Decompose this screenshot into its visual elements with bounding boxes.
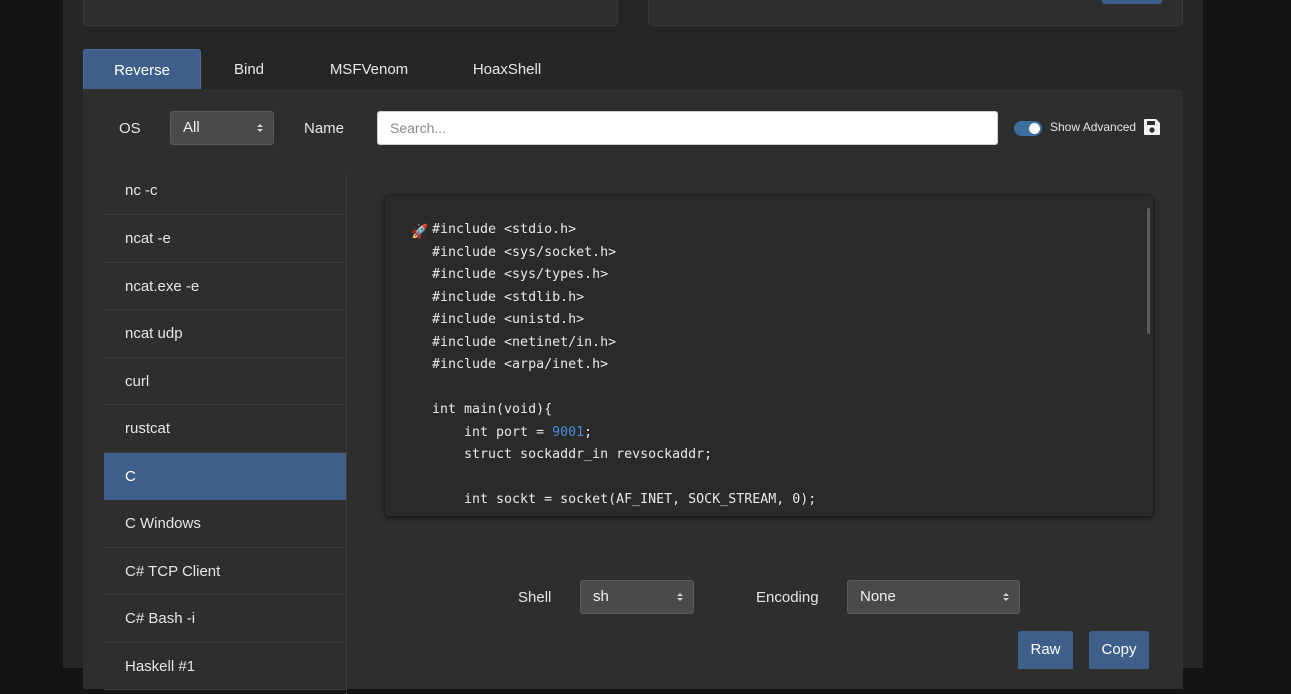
- list-item-rustcat[interactable]: rustcat: [104, 405, 346, 453]
- code-text: #include <stdio.h> #include <sys/socket.…: [432, 219, 816, 512]
- toggle-knob: [1029, 123, 1040, 134]
- code-line: int sockt = socket(AF_INET, SOCK_STREAM,…: [432, 492, 817, 507]
- tab-bar: Reverse Bind MSFVenom HoaxShell: [83, 49, 573, 89]
- encoding-label: Encoding: [756, 589, 819, 606]
- search-input[interactable]: [377, 111, 998, 145]
- code-line: #include <unistd.h>: [432, 312, 585, 327]
- code-line: int port =: [432, 424, 553, 440]
- shell-list: nc -c ncat -e ncat.exe -e ncat udp curl …: [104, 174, 347, 694]
- code-line: #include <sys/socket.h>: [432, 244, 617, 260]
- tab-msfvenom[interactable]: MSFVenom: [297, 49, 441, 89]
- code-output[interactable]: 🚀 #include <stdio.h> #include <sys/socke…: [385, 196, 1153, 516]
- shell-label: Shell: [518, 589, 552, 606]
- os-select[interactable]: All: [170, 111, 274, 145]
- encoding-select[interactable]: None: [847, 580, 1020, 614]
- tab-bind[interactable]: Bind: [201, 49, 297, 89]
- shell-select[interactable]: sh: [580, 580, 694, 614]
- top-card-button[interactable]: [1102, 0, 1162, 4]
- tab-hoaxshell[interactable]: HoaxShell: [441, 49, 573, 89]
- os-label: OS: [119, 120, 141, 137]
- rocket-icon: 🚀: [411, 223, 429, 239]
- list-item-c[interactable]: C: [104, 452, 346, 500]
- top-card-left: [83, 0, 618, 26]
- code-line: #include <stdio.h>: [432, 222, 577, 237]
- code-line: int main(void){: [432, 402, 553, 417]
- port-value: 9001: [552, 424, 585, 440]
- copy-button[interactable]: Copy: [1089, 631, 1149, 669]
- shell-select-value: sh: [593, 588, 609, 605]
- code-line-suffix: ;: [584, 424, 593, 440]
- list-item-ncat-e[interactable]: ncat -e: [104, 215, 346, 263]
- save-icon[interactable]: [1143, 118, 1161, 136]
- list-item-nc-c[interactable]: nc -c: [104, 174, 346, 215]
- code-line: struct sockaddr_in revsockaddr;: [432, 447, 713, 462]
- page: Reverse Bind MSFVenom HoaxShell OS All N…: [63, 0, 1203, 694]
- list-item-ncat-udp[interactable]: ncat udp: [104, 310, 346, 358]
- list-item-c-windows[interactable]: C Windows: [104, 500, 346, 548]
- list-item-curl[interactable]: curl: [104, 358, 346, 405]
- select-arrows-icon: [677, 593, 683, 601]
- select-arrows-icon: [257, 124, 263, 132]
- raw-button[interactable]: Raw: [1018, 631, 1073, 669]
- options-row: Shell sh Encoding None: [83, 580, 1183, 614]
- code-line: #include <arpa/inet.h>: [432, 357, 609, 372]
- encoding-select-value: None: [860, 588, 896, 605]
- tab-reverse[interactable]: Reverse: [83, 49, 201, 89]
- filter-row: OS All Name Show Advanced: [83, 111, 1183, 145]
- code-line: #include <sys/types.h>: [432, 267, 609, 282]
- show-advanced-toggle[interactable]: [1014, 121, 1042, 136]
- name-label: Name: [304, 120, 345, 137]
- code-line: #include <stdlib.h>: [432, 289, 585, 305]
- code-line: #include <netinet/in.h>: [432, 334, 617, 350]
- top-card-right: [648, 0, 1183, 26]
- select-arrows-icon: [1003, 593, 1009, 601]
- show-advanced-label: Show Advanced: [1050, 120, 1137, 134]
- list-item-ncat-exe-e[interactable]: ncat.exe -e: [104, 263, 346, 310]
- os-select-value: All: [183, 119, 200, 136]
- code-scrollbar[interactable]: [1147, 208, 1150, 334]
- list-item-haskell-1[interactable]: Haskell #1: [104, 643, 346, 690]
- reverse-panel: OS All Name Show Advanced nc -c: [83, 89, 1183, 694]
